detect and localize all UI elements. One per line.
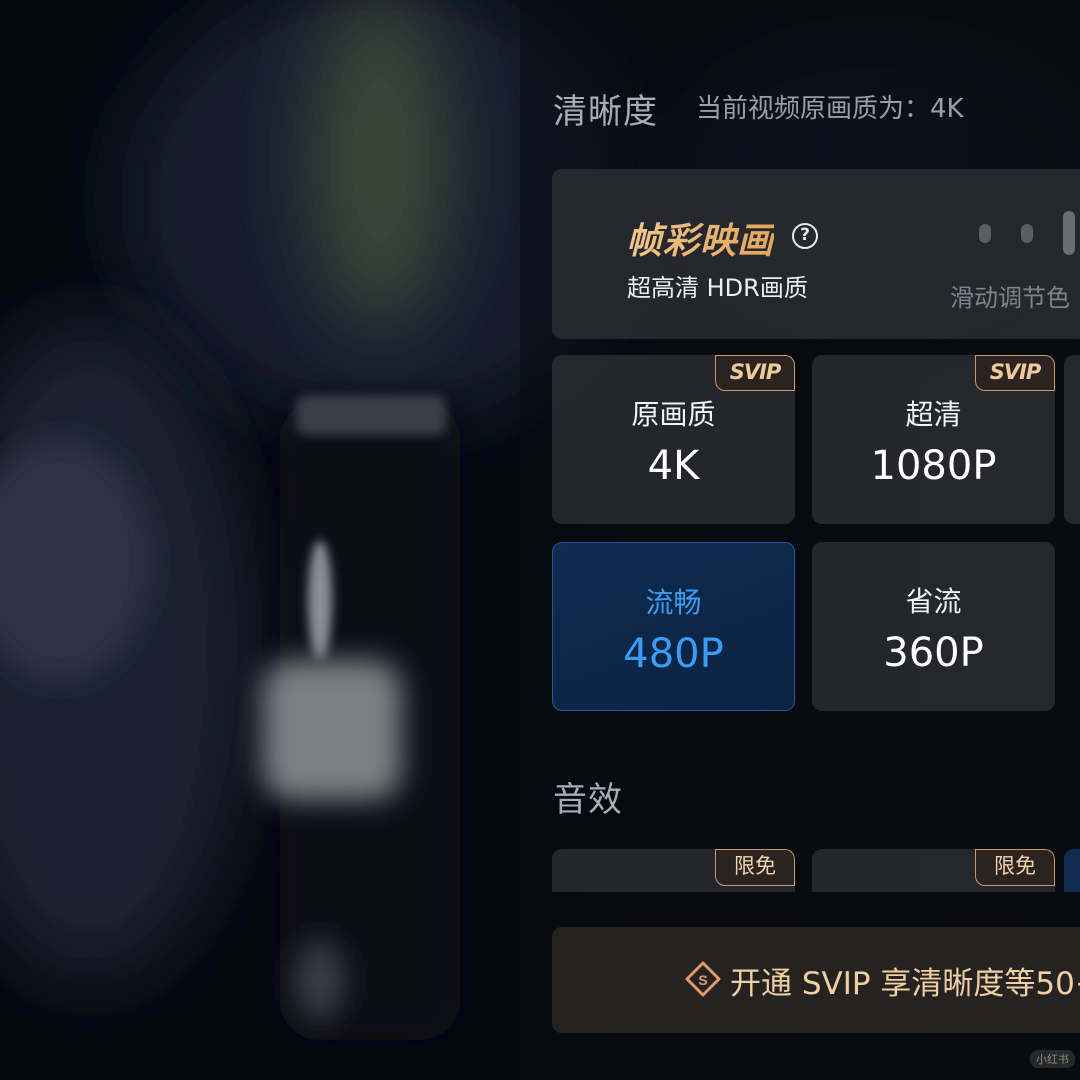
- quality-section-title: 清晰度: [553, 92, 658, 132]
- free-badge: 限免: [715, 849, 795, 886]
- question-circle-icon[interactable]: ?: [792, 223, 818, 249]
- svip-badge: SVIP: [715, 355, 795, 391]
- sound-effect-card-partial[interactable]: [1064, 849, 1080, 892]
- quality-option-resolution: 480P: [623, 631, 724, 677]
- quality-option-smooth[interactable]: 流畅 480P: [552, 542, 795, 711]
- svip-diamond-icon: S: [685, 961, 721, 997]
- settings-panel-overlay: [520, 0, 1080, 1080]
- hdr-feature-subtitle: 超高清 HDR画质: [627, 274, 808, 302]
- svip-promo-text: 开通 SVIP 享清晰度等50+: [730, 966, 1080, 1002]
- quality-option-resolution: 4K: [647, 443, 700, 489]
- quality-option-datasaver[interactable]: 省流 360P: [812, 542, 1055, 711]
- svip-badge: SVIP: [975, 355, 1055, 391]
- quality-option-original[interactable]: SVIP 原画质 4K: [552, 355, 795, 524]
- sound-effect-card[interactable]: 限免: [812, 849, 1055, 892]
- quality-option-name: 省流: [905, 585, 962, 618]
- free-badge: 限免: [975, 849, 1055, 886]
- current-quality-text: 当前视频原画质为：4K: [696, 94, 964, 124]
- watermark: 小红书: [1030, 1050, 1075, 1068]
- color-slider-hint: 滑动调节色: [950, 284, 1070, 312]
- svg-text:S: S: [698, 972, 707, 988]
- quality-option-resolution: 1080P: [870, 443, 997, 489]
- quality-option-name: 超清: [905, 398, 962, 431]
- quality-option-partial[interactable]: [1064, 355, 1080, 524]
- sound-section-title: 音效: [553, 780, 623, 820]
- color-slider-tick: [1021, 224, 1033, 243]
- quality-option-name: 流畅: [645, 586, 702, 619]
- quality-option-resolution: 360P: [883, 630, 984, 676]
- hdr-feature-title: 帧彩映画: [626, 212, 774, 264]
- quality-option-superhd[interactable]: SVIP 超清 1080P: [812, 355, 1055, 524]
- color-slider-tick: [979, 224, 991, 243]
- quality-option-name: 原画质: [631, 398, 716, 431]
- color-slider-handle[interactable]: [1063, 211, 1075, 255]
- sound-effect-card[interactable]: 限免: [552, 849, 795, 892]
